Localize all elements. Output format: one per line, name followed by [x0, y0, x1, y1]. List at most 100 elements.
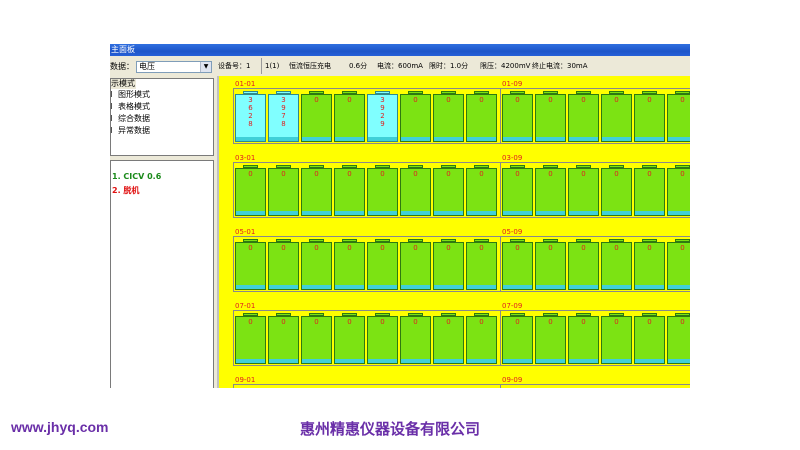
battery-cell[interactable]: 0	[634, 313, 665, 364]
battery-cell[interactable]: 0	[235, 313, 266, 364]
battery-cell[interactable]: 0	[568, 165, 599, 216]
chevron-down-icon[interactable]: ▼	[200, 62, 211, 72]
battery-cell[interactable]: 0	[535, 239, 566, 290]
mode-radio-graphic[interactable]: 图形模式	[111, 90, 150, 100]
battery-cell[interactable]: 0	[334, 239, 365, 290]
battery-base	[635, 359, 664, 363]
battery-cell[interactable]: 0	[466, 239, 497, 290]
mode-radio-abnormal[interactable]: 异常数据	[111, 126, 150, 136]
battery-cell[interactable]: 0	[535, 91, 566, 142]
battery-cell[interactable]: 0	[601, 239, 632, 290]
battery-base	[401, 359, 430, 363]
battery-cell[interactable]: 0	[301, 91, 332, 142]
cell-value: 0	[680, 170, 685, 178]
battery-cell[interactable]: 0	[268, 239, 299, 290]
battery-cell[interactable]: 0	[400, 165, 431, 216]
battery-cell[interactable]: 0	[301, 165, 332, 216]
battery-cell[interactable]: 0	[502, 165, 533, 216]
battery-cell[interactable]: 0	[601, 165, 632, 216]
battery-base	[569, 285, 598, 289]
battery-cell[interactable]: 0	[400, 91, 431, 142]
battery-base	[401, 285, 430, 289]
battery-cell[interactable]: 3929	[367, 91, 398, 142]
cell-value: 0	[581, 170, 586, 178]
battery-cell[interactable]: 0	[601, 313, 632, 364]
battery-cell[interactable]: 0	[400, 313, 431, 364]
battery-cell[interactable]: 0	[367, 313, 398, 364]
battery-cell[interactable]: 0	[433, 165, 464, 216]
cell-value: 0	[581, 244, 586, 252]
battery-base	[335, 211, 364, 215]
battery-cell[interactable]: 0	[667, 313, 690, 364]
cell-value: 0	[479, 244, 484, 252]
status-item-offline[interactable]: 2. 脱机	[112, 185, 139, 196]
data-select[interactable]: 电压 ▼	[136, 61, 212, 73]
cell-value: 0	[479, 170, 484, 178]
battery-cell[interactable]: 0	[367, 165, 398, 216]
battery-cell[interactable]: 0	[466, 165, 497, 216]
battery-base	[434, 211, 463, 215]
cell-value: 0	[281, 170, 286, 178]
radio-icon[interactable]	[111, 103, 116, 109]
battery-cell[interactable]: 3628	[235, 91, 266, 142]
battery-cell[interactable]: 0	[334, 165, 365, 216]
radio-icon[interactable]	[111, 91, 116, 97]
battery-cell[interactable]: 0	[235, 165, 266, 216]
cell-value: 0	[647, 170, 652, 178]
battery-base	[602, 211, 631, 215]
battery-cell[interactable]: 0	[568, 313, 599, 364]
battery-cell[interactable]: 0	[301, 239, 332, 290]
battery-cell[interactable]: 0	[433, 313, 464, 364]
cell-block	[500, 384, 690, 388]
battery-cell[interactable]: 0	[301, 313, 332, 364]
battery-cell[interactable]: 0	[667, 91, 690, 142]
battery-cell[interactable]: 0	[466, 91, 497, 142]
battery-cell[interactable]: 0	[367, 239, 398, 290]
battery-base	[602, 137, 631, 141]
cell-value: 0	[647, 318, 652, 326]
battery-cell[interactable]: 0	[433, 239, 464, 290]
radio-icon[interactable]	[111, 115, 116, 121]
footer-url[interactable]: www.jhyq.com	[11, 419, 109, 435]
battery-cell[interactable]: 0	[634, 165, 665, 216]
battery-cell[interactable]: 0	[601, 91, 632, 142]
battery-cell[interactable]: 0	[568, 91, 599, 142]
row-label: 01-09	[502, 80, 523, 88]
battery-cell[interactable]: 0	[634, 91, 665, 142]
battery-cell[interactable]: 0	[568, 239, 599, 290]
battery-cell[interactable]: 0	[235, 239, 266, 290]
battery-cell[interactable]: 0	[502, 239, 533, 290]
battery-cell[interactable]: 0	[634, 239, 665, 290]
cell-value: 0	[413, 170, 418, 178]
battery-base	[302, 359, 331, 363]
cell-value: 0	[314, 96, 319, 104]
battery-cell[interactable]: 0	[268, 313, 299, 364]
battery-cell[interactable]: 0	[466, 313, 497, 364]
battery-cell[interactable]: 0	[334, 91, 365, 142]
cell-value: 0	[248, 318, 253, 326]
battery-cell[interactable]: 0	[535, 165, 566, 216]
battery-cell[interactable]: 0	[433, 91, 464, 142]
data-label: 数据：	[110, 62, 134, 71]
battery-cell[interactable]: 0	[400, 239, 431, 290]
battery-cell[interactable]: 0	[502, 313, 533, 364]
battery-cell[interactable]: 0	[334, 313, 365, 364]
battery-cell[interactable]: 0	[535, 313, 566, 364]
battery-cell[interactable]: 3978	[268, 91, 299, 142]
status-item-device[interactable]: 1. CICV 0.6	[112, 172, 161, 181]
battery-cell[interactable]: 0	[667, 239, 690, 290]
battery-base	[269, 359, 298, 363]
battery-base	[569, 359, 598, 363]
cell-value: 0	[248, 170, 253, 178]
mode-radio-combined[interactable]: 综合数据	[111, 114, 150, 124]
cell-block: 0 0 0 0 0 0	[500, 162, 690, 218]
mode-radio-table[interactable]: 表格模式	[111, 102, 150, 112]
battery-cell[interactable]: 0	[268, 165, 299, 216]
battery-base	[434, 285, 463, 289]
battery-base	[467, 137, 496, 141]
battery-cell[interactable]: 0	[502, 91, 533, 142]
battery-base	[503, 137, 532, 141]
battery-base	[635, 137, 664, 141]
radio-icon[interactable]	[111, 127, 116, 133]
battery-cell[interactable]: 0	[667, 165, 690, 216]
